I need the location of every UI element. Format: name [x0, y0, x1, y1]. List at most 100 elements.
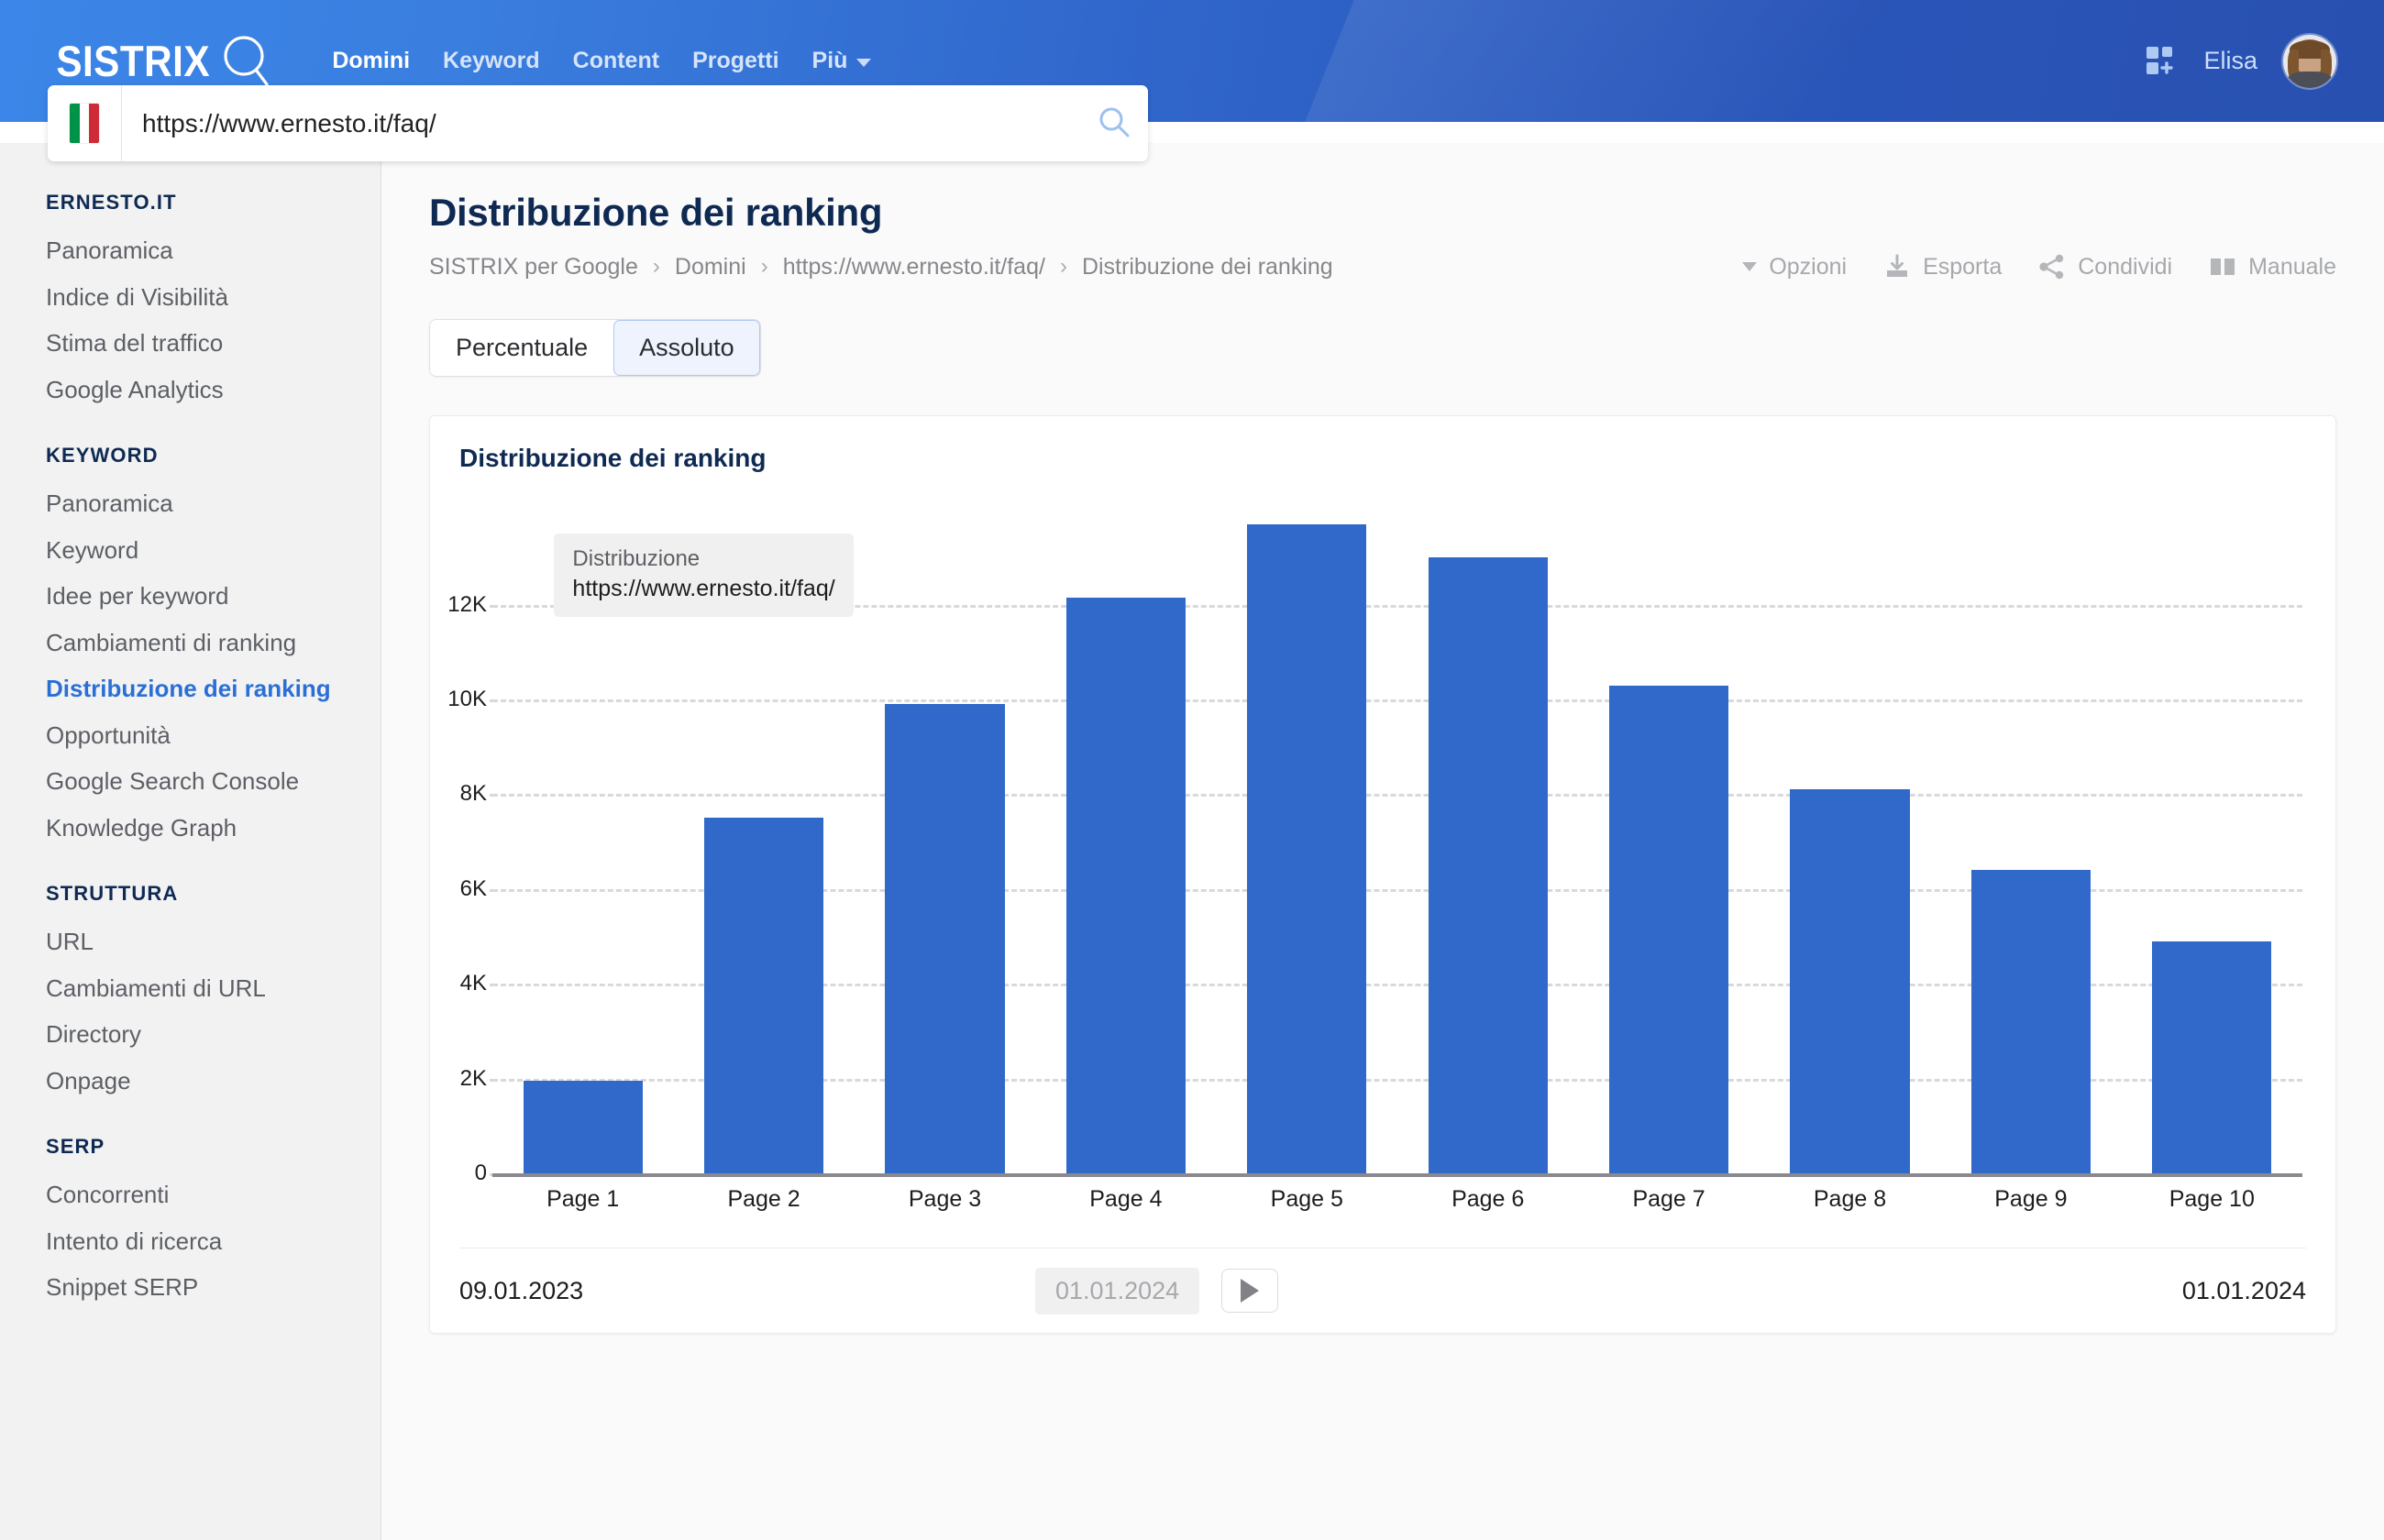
sidebar-item-keyword-panoramica[interactable]: Panoramica [46, 480, 381, 527]
tooltip-title: Distribuzione [572, 546, 701, 571]
x-axis-tick-label: Page 4 [1089, 1186, 1163, 1212]
sidebar-item-cambiamenti-di-url[interactable]: Cambiamenti di URL [46, 965, 381, 1012]
nav-item-piu[interactable]: Più [796, 38, 888, 83]
breadcrumb-item-sistrix-per-google[interactable]: SISTRIX per Google [429, 254, 638, 280]
y-axis-tick-label: 2K [430, 1066, 498, 1092]
chart-bar[interactable] [523, 1081, 643, 1173]
nav-item-domini[interactable]: Domini [315, 38, 426, 83]
breadcrumb-separator-icon: › [760, 254, 768, 279]
play-button[interactable] [1221, 1269, 1279, 1313]
tool-label: Condividi [2078, 253, 2173, 280]
condividi-button[interactable]: Condividi [2038, 253, 2172, 280]
chart-bar[interactable] [1608, 685, 1729, 1173]
breadcrumb: SISTRIX per Google › Domini › https://ww… [429, 254, 1333, 280]
manuale-button[interactable]: Manuale [2209, 253, 2336, 280]
y-axis-tick-label: 0 [430, 1160, 498, 1186]
nav-item-progetti[interactable]: Progetti [676, 38, 795, 83]
sidebar-group-serp: SERP Concorrenti Intento di ricerca Snip… [46, 1135, 381, 1311]
avatar[interactable] [2283, 34, 2336, 88]
breadcrumb-row: SISTRIX per Google › Domini › https://ww… [429, 253, 2336, 280]
search-input[interactable] [142, 108, 1060, 138]
sidebar-item-distribuzione-dei-ranking[interactable]: Distribuzione dei ranking [46, 666, 381, 712]
chart-tooltip: Distribuzione https://www.ernesto.it/faq… [554, 534, 854, 617]
view-mode-tabs: Percentuale Assoluto [429, 319, 761, 377]
timeline-controls: 09.01.2023 01.01.2024 01.01.2024 [430, 1248, 2335, 1333]
sidebar-item-idee-per-keyword[interactable]: Idee per keyword [46, 573, 381, 620]
tool-label: Esporta [1923, 253, 2003, 280]
search-icon [1097, 104, 1131, 142]
sidebar-heading: ERNESTO.IT [46, 191, 177, 214]
content-toolbar: Opzioni Esporta Condividi Manuale [1742, 253, 2336, 280]
sidebar-item-url[interactable]: URL [46, 918, 381, 965]
x-axis-tick-label: Page 5 [1270, 1186, 1343, 1212]
sidebar-group-struttura: STRUTTURA URL Cambiamenti di URL Directo… [46, 882, 381, 1104]
timeline-end-date: 01.01.2024 [2181, 1276, 2306, 1304]
country-selector[interactable] [48, 85, 122, 161]
sistrix-logo[interactable]: SISTRIX [48, 33, 275, 90]
chart-bar[interactable] [1970, 870, 2092, 1173]
breadcrumb-item-domini[interactable]: Domini [675, 254, 746, 280]
x-axis-tick-label: Page 3 [908, 1186, 982, 1212]
share-icon [2038, 253, 2066, 280]
x-axis-tick-label: Page 1 [546, 1186, 620, 1212]
sidebar-item-stima-del-traffico[interactable]: Stima del traffico [46, 320, 381, 367]
sidebar-item-directory[interactable]: Directory [46, 1011, 381, 1058]
sidebar-item-google-analytics[interactable]: Google Analytics [46, 367, 381, 413]
nav-item-content[interactable]: Content [557, 38, 676, 83]
sidebar-item-concorrenti[interactable]: Concorrenti [46, 1172, 381, 1218]
breadcrumb-item-url[interactable]: https://www.ernesto.it/faq/ [783, 254, 1045, 280]
breadcrumb-separator-icon: › [652, 254, 660, 279]
chart-plot-area: 0 2K 4K 6K 8K 10K 12K Page 1 Page 2 Page 3 Page 4 P… [430, 495, 2335, 1226]
sidebar-item-indice-di-visibilita[interactable]: Indice di Visibilità [46, 274, 381, 321]
download-icon [1883, 253, 1911, 280]
chart-bar[interactable] [1247, 523, 1367, 1173]
search-row [0, 85, 2384, 161]
timeline-center-controls: 01.01.2024 [1035, 1267, 1279, 1314]
nav-item-keyword[interactable]: Keyword [426, 38, 557, 83]
timeline-start-date: 09.01.2023 [459, 1276, 584, 1304]
nav-label: Più [811, 48, 848, 73]
breadcrumb-item-current: Distribuzione dei ranking [1081, 253, 1333, 280]
apps-add-icon[interactable] [2147, 46, 2178, 77]
tab-assoluto[interactable]: Assoluto [613, 320, 760, 376]
chart-bar[interactable] [1428, 557, 1548, 1173]
nav-label: Keyword [443, 48, 540, 73]
chart-bar[interactable] [1790, 789, 1910, 1173]
main-navigation: Domini Keyword Content Progetti Più [315, 38, 888, 83]
esporta-button[interactable]: Esporta [1883, 253, 2002, 280]
sidebar-item-knowledge-graph[interactable]: Knowledge Graph [46, 805, 381, 852]
sidebar-item-intento-di-ricerca[interactable]: Intento di ricerca [46, 1218, 381, 1265]
sidebar-item-opportunita[interactable]: Opportunità [46, 712, 381, 759]
sidebar-item-snippet-serp[interactable]: Snippet SERP [46, 1264, 381, 1311]
sidebar-item-keyword[interactable]: Keyword [46, 527, 381, 574]
sidebar-item-panoramica[interactable]: Panoramica [46, 227, 381, 274]
sidebar-item-onpage[interactable]: Onpage [46, 1058, 381, 1105]
x-axis-tick-label: Page 7 [1632, 1186, 1705, 1212]
chart-bar[interactable] [885, 704, 1005, 1173]
domain-search-bar[interactable] [48, 85, 1148, 161]
search-button[interactable] [1080, 85, 1148, 161]
sidebar-item-cambiamenti-di-ranking[interactable]: Cambiamenti di ranking [46, 620, 381, 666]
timeline-current-date[interactable]: 01.01.2024 [1035, 1267, 1200, 1314]
x-axis-tick-label: Page 8 [1813, 1186, 1887, 1212]
x-axis-line [492, 1173, 2302, 1177]
chart-bar[interactable] [1065, 597, 1186, 1173]
sidebar-item-google-search-console[interactable]: Google Search Console [46, 758, 381, 805]
sidebar-heading: KEYWORD [46, 444, 159, 467]
tab-percentuale[interactable]: Percentuale [430, 320, 614, 376]
sidebar-group-ernesto: ERNESTO.IT Panoramica Indice di Visibili… [46, 191, 381, 412]
opzioni-button[interactable]: Opzioni [1742, 254, 1847, 280]
italy-flag-icon [70, 104, 99, 143]
chart-bar[interactable] [703, 818, 824, 1173]
y-axis-tick-label: 10K [430, 687, 498, 712]
chevron-down-icon [1742, 262, 1758, 271]
magnifier-icon [218, 33, 275, 90]
nav-label: Domini [332, 48, 411, 73]
header-actions: Elisa [2147, 34, 2336, 88]
user-name-label[interactable]: Elisa [2203, 47, 2257, 75]
tooltip-url: https://www.ernesto.it/faq/ [572, 576, 835, 601]
x-axis-tick-label: Page 6 [1451, 1186, 1525, 1212]
sidebar-group-keyword: KEYWORD Panoramica Keyword Idee per keyw… [46, 444, 381, 851]
chart-bar[interactable] [2152, 940, 2272, 1173]
y-axis-tick-label: 8K [430, 781, 498, 807]
